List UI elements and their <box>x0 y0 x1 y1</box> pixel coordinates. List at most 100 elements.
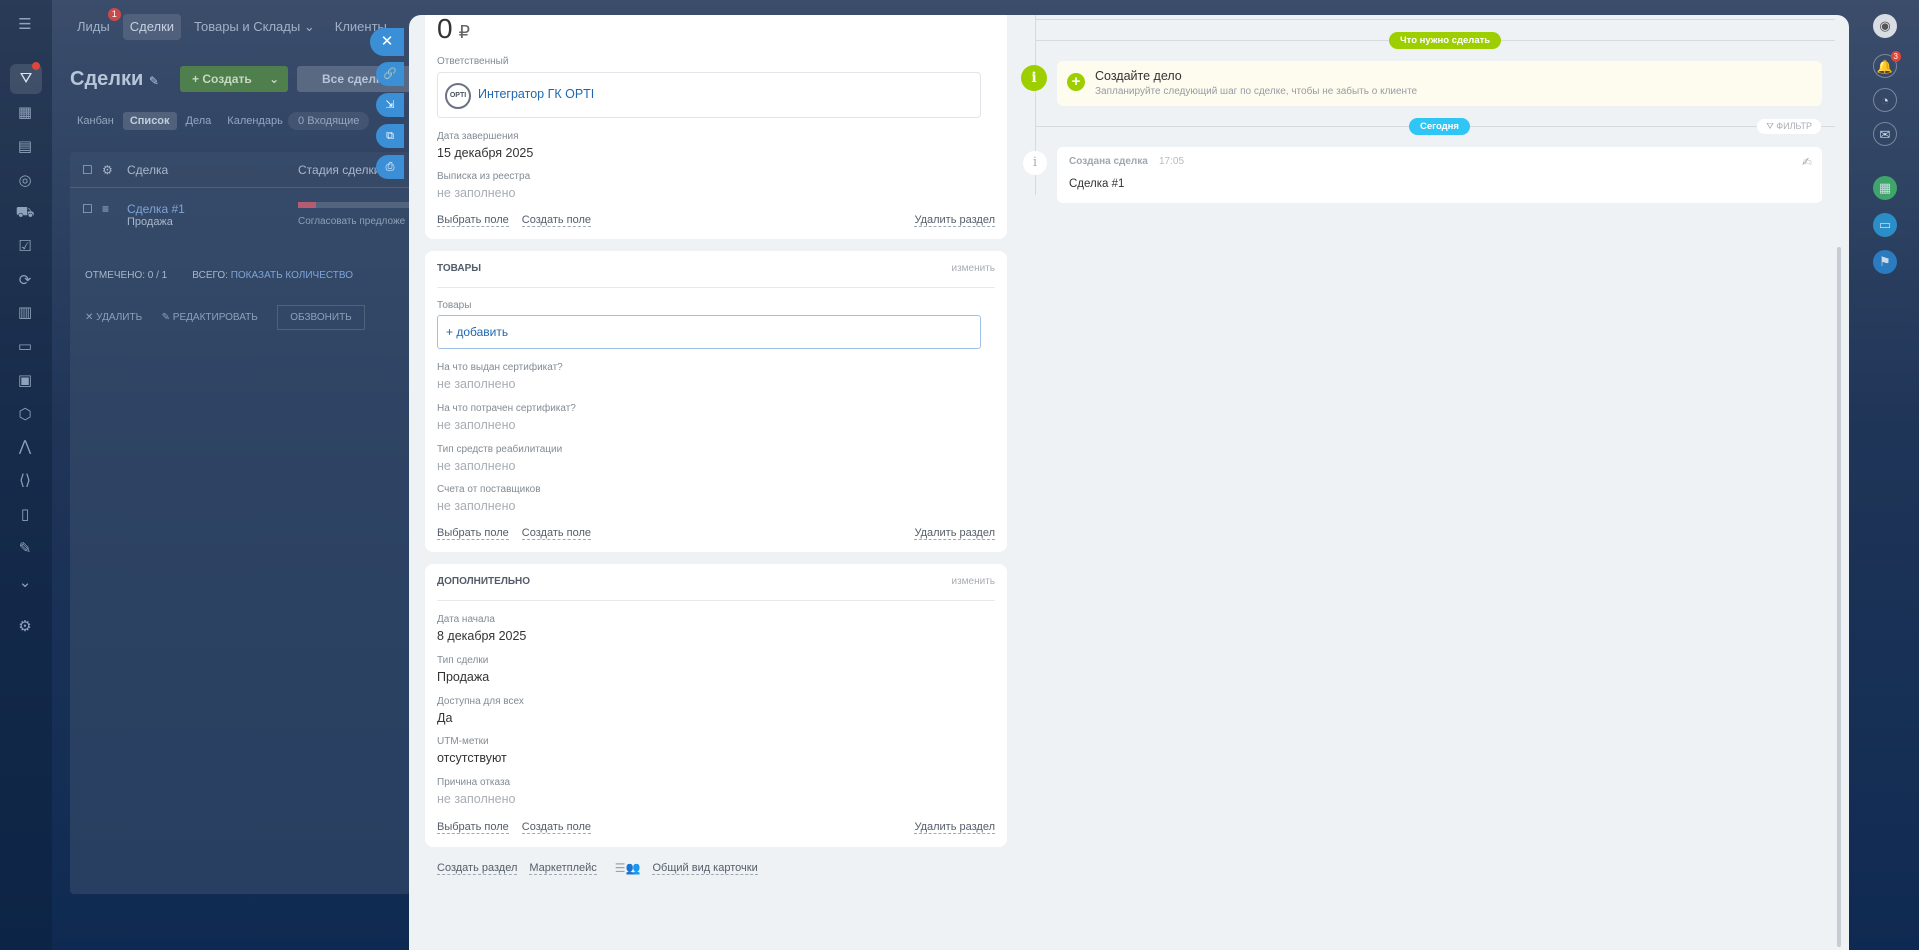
field-value[interactable]: 8 декабря 2025 <box>437 629 526 643</box>
page-title: Сделки ✎ <box>70 68 159 90</box>
gear-icon[interactable]: ⚙ <box>102 163 113 177</box>
cart-icon[interactable]: ⛟ <box>14 202 36 224</box>
calendar-icon[interactable]: ▦ <box>14 102 36 124</box>
view-kanban[interactable]: Канбан <box>70 112 121 130</box>
analytics-icon[interactable]: ▥ <box>14 302 36 324</box>
plus-icon[interactable]: + <box>1067 73 1085 91</box>
sign-icon[interactable]: ✎ <box>14 538 36 560</box>
create-activity-title[interactable]: Создайте дело <box>1095 69 1182 83</box>
create-section-link[interactable]: Создать раздел <box>437 862 518 875</box>
field-value[interactable]: не заполнено <box>437 499 515 513</box>
copy-link-button[interactable]: 🔗 <box>376 62 404 86</box>
column-deal[interactable]: Сделка <box>127 163 168 177</box>
view-calendar[interactable]: Календарь <box>220 112 290 130</box>
nav-products[interactable]: Товары и Склады ⌄ <box>187 14 322 40</box>
store-icon[interactable]: ▤ <box>14 136 36 158</box>
inbox-counter[interactable]: 0 Входящие <box>288 112 370 130</box>
delete-action[interactable]: ✕ УДАЛИТЬ <box>85 312 142 323</box>
nav-leads[interactable]: Лиды 1 <box>70 8 121 40</box>
field-value[interactable]: не заполнено <box>437 459 515 473</box>
chevron-down-icon[interactable]: ⌄ <box>269 72 279 86</box>
select-field-link[interactable]: Выбрать поле <box>437 214 509 227</box>
plus-icon: + <box>192 72 200 86</box>
registry-value[interactable]: не заполнено <box>437 186 515 200</box>
automation-icon[interactable]: ⟳ <box>14 270 36 292</box>
field-label: На что выдан сертификат? <box>437 362 563 373</box>
filter-button[interactable]: ⛛ ФИЛЬТР <box>1757 119 1821 134</box>
view-list[interactable]: Список <box>122 112 177 130</box>
show-count-link[interactable]: ПОКАЗАТЬ КОЛИЧЕСТВО <box>231 270 353 281</box>
target-icon[interactable]: ◎ <box>14 170 36 192</box>
sites-icon[interactable]: ▭ <box>14 336 36 358</box>
menu-icon[interactable]: ☰ <box>14 14 36 36</box>
delete-section-link[interactable]: Удалить раздел <box>914 821 995 834</box>
close-slider-button[interactable]: ✕ <box>370 28 404 56</box>
tasks-icon[interactable]: ☑ <box>14 236 36 258</box>
minimize-button[interactable]: ⇲ <box>376 93 404 117</box>
link-icon: 🔗 <box>383 68 397 80</box>
avatar[interactable]: ◉ <box>1873 14 1897 38</box>
row-menu-icon[interactable]: ≡ <box>102 202 109 216</box>
close-date-label: Дата завершения <box>437 131 519 142</box>
responsible-name[interactable]: Интегратор ГК OPTI <box>478 87 594 101</box>
create-activity-card[interactable]: + Создайте дело Запланируйте следующий ш… <box>1057 61 1822 106</box>
bookmark-icon[interactable]: ⚑ <box>1873 250 1897 274</box>
chat-icon[interactable]: ✉ <box>1873 122 1897 146</box>
marketing-icon[interactable]: ⋀ <box>14 436 36 458</box>
pen-icon[interactable]: ✍ <box>1802 155 1812 169</box>
scrollbar[interactable] <box>1837 247 1841 947</box>
add-product-button[interactable]: + добавить <box>437 315 981 349</box>
table-row[interactable]: ☐ ≡ Сделка #1 Продажа Согласовать предло… <box>70 198 410 248</box>
deal-link[interactable]: Сделка #1 <box>127 202 185 216</box>
left-sidebar: ☰ ⛛ ▦ ▤ ◎ ⛟ ☑ ⟳ ▥ ▭ ▣ ⬡ ⋀ ⟨⟩ ▯ ✎ ⌄ ⚙ <box>0 0 52 950</box>
column-stage[interactable]: Стадия сделки <box>298 163 380 177</box>
view-activities[interactable]: Дела <box>179 112 219 130</box>
row-checkbox[interactable]: ☐ <box>82 202 93 216</box>
stage-progress[interactable] <box>298 202 410 208</box>
field-value[interactable]: не заполнено <box>437 418 515 432</box>
responsible-field[interactable]: OPTI Интегратор ГК OPTI <box>437 72 981 118</box>
nav-deals[interactable]: Сделки <box>122 14 182 40</box>
box-icon[interactable]: ⬡ <box>14 404 36 426</box>
field-value[interactable]: не заполнено <box>437 377 515 391</box>
open-new-window-button[interactable]: ⧉ <box>376 124 404 148</box>
create-field-link[interactable]: Создать поле <box>521 527 592 540</box>
history-time: 17:05 <box>1159 156 1185 167</box>
create-field-link[interactable]: Создать поле <box>521 214 592 227</box>
card-view-link[interactable]: Общий вид карточки <box>652 862 758 875</box>
history-item: Создана сделка 17:05 Сделка #1 ✍ <box>1057 147 1822 203</box>
edit-section-link[interactable]: изменить <box>951 576 995 587</box>
select-field-link[interactable]: Выбрать поле <box>437 527 509 540</box>
inventory-icon[interactable]: ▣ <box>14 370 36 392</box>
edit-section-link[interactable]: изменить <box>951 263 995 274</box>
messages-icon[interactable]: ▭ <box>1873 213 1897 237</box>
registry-label: Выписка из реестра <box>437 171 531 182</box>
edit-action[interactable]: ✎ РЕДАКТИРОВАТЬ <box>162 312 258 323</box>
close-date-value[interactable]: 15 декабря 2025 <box>437 146 533 160</box>
stage-label: Согласовать предложе <box>298 216 406 227</box>
pencil-icon[interactable]: ✎ <box>149 74 159 88</box>
more-chevron-icon[interactable]: ⌄ <box>14 572 36 594</box>
bell-icon[interactable]: 🔔 3 <box>1873 51 1901 78</box>
search-icon[interactable]: ◔ <box>1873 88 1897 112</box>
documents-icon[interactable]: ▯ <box>14 504 36 526</box>
select-field-link[interactable]: Выбрать поле <box>437 821 509 834</box>
app-icon[interactable]: ▦ <box>1873 176 1897 200</box>
developer-icon[interactable]: ⟨⟩ <box>14 470 36 492</box>
create-field-link[interactable]: Создать поле <box>521 821 592 834</box>
delete-section-link[interactable]: Удалить раздел <box>914 214 995 227</box>
field-value[interactable]: не заполнено <box>437 792 515 806</box>
field-value[interactable]: Да <box>437 711 452 725</box>
select-all-checkbox[interactable]: ☐ <box>82 163 93 177</box>
deal-amount[interactable]: 0 ₽ <box>437 15 470 45</box>
delete-section-link[interactable]: Удалить раздел <box>914 527 995 540</box>
section-links: Выбрать поле Создать поле Удалить раздел <box>437 821 995 834</box>
print-button[interactable]: ⎙ <box>376 155 404 179</box>
field-value[interactable]: Продажа <box>437 670 489 684</box>
create-button[interactable]: + Создать ⌄ <box>180 66 288 92</box>
crm-icon[interactable]: ⛛ <box>10 62 42 94</box>
field-value[interactable]: отсутствуют <box>437 751 507 765</box>
call-action[interactable]: ОБЗВОНИТЬ <box>277 305 365 330</box>
marketplace-link[interactable]: Маркетплейс <box>529 862 597 875</box>
settings-icon[interactable]: ⚙ <box>14 616 36 638</box>
